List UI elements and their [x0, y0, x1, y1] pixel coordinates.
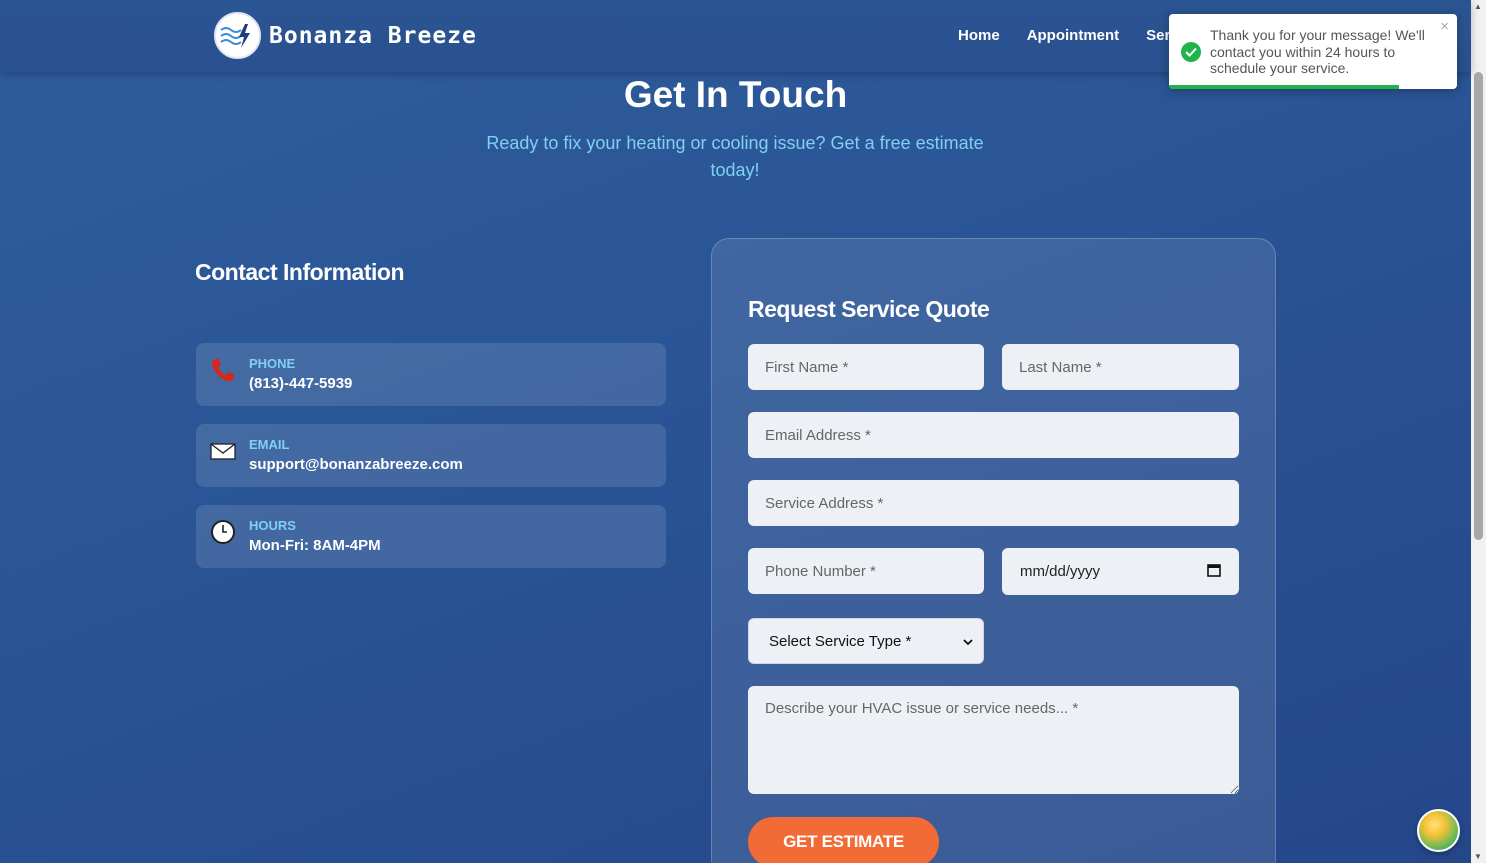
service-type-value: Select Service Type * — [769, 632, 912, 650]
email-input[interactable] — [748, 412, 1239, 458]
phone-icon — [210, 357, 236, 383]
nav-appointment[interactable]: Appointment — [1027, 27, 1119, 44]
brand-name: Bonanza Breeze — [269, 22, 477, 49]
contact-heading: Contact Information — [195, 259, 405, 285]
date-value: mm/dd/yyyy — [1020, 563, 1101, 580]
email-card: EMAIL support@bonanzabreeze.com — [196, 424, 666, 487]
service-type-select[interactable]: Select Service Type * — [748, 618, 984, 664]
brand-logo[interactable]: Bonanza Breeze — [214, 12, 477, 59]
phone-input[interactable] — [748, 548, 984, 594]
hours-value: Mon-Fri: 8AM-4PM — [249, 537, 381, 554]
scroll-thumb[interactable] — [1474, 72, 1483, 540]
service-address-input[interactable] — [748, 480, 1239, 526]
logo-icon — [214, 12, 261, 59]
chat-widget-avatar[interactable] — [1417, 809, 1460, 852]
clock-icon — [210, 519, 236, 545]
page-scrollbar[interactable]: ▲ ▼ — [1471, 0, 1486, 863]
envelope-icon — [210, 438, 236, 464]
main-nav: Home Appointment Serv — [958, 27, 1179, 44]
first-name-input[interactable] — [748, 344, 984, 390]
scroll-down-arrow-icon[interactable]: ▼ — [1474, 852, 1482, 861]
phone-card: PHONE (813)-447-5939 — [196, 343, 666, 406]
chevron-down-icon — [963, 633, 973, 650]
close-icon[interactable]: × — [1440, 18, 1449, 35]
toast-progress-bar — [1169, 85, 1400, 89]
check-icon — [1181, 42, 1201, 62]
hours-label: HOURS — [249, 518, 296, 533]
calendar-icon[interactable] — [1207, 563, 1221, 581]
date-input[interactable]: mm/dd/yyyy — [1002, 548, 1239, 595]
email-label: EMAIL — [249, 437, 290, 452]
page-subtitle: Ready to fix your heating or cooling iss… — [486, 133, 984, 180]
message-textarea[interactable] — [748, 686, 1239, 794]
phone-value[interactable]: (813)-447-5939 — [249, 375, 352, 392]
success-toast: Thank you for your message! We'll contac… — [1169, 14, 1457, 89]
nav-home[interactable]: Home — [958, 27, 1000, 44]
hours-card: HOURS Mon-Fri: 8AM-4PM — [196, 505, 666, 568]
toast-message: Thank you for your message! We'll contac… — [1210, 27, 1425, 76]
scroll-up-arrow-icon[interactable]: ▲ — [1474, 2, 1482, 11]
get-estimate-button[interactable]: GET ESTIMATE — [748, 817, 939, 863]
email-value[interactable]: support@bonanzabreeze.com — [249, 456, 463, 473]
form-heading: Request Service Quote — [748, 296, 990, 322]
last-name-input[interactable] — [1002, 344, 1239, 390]
phone-label: PHONE — [249, 356, 296, 371]
